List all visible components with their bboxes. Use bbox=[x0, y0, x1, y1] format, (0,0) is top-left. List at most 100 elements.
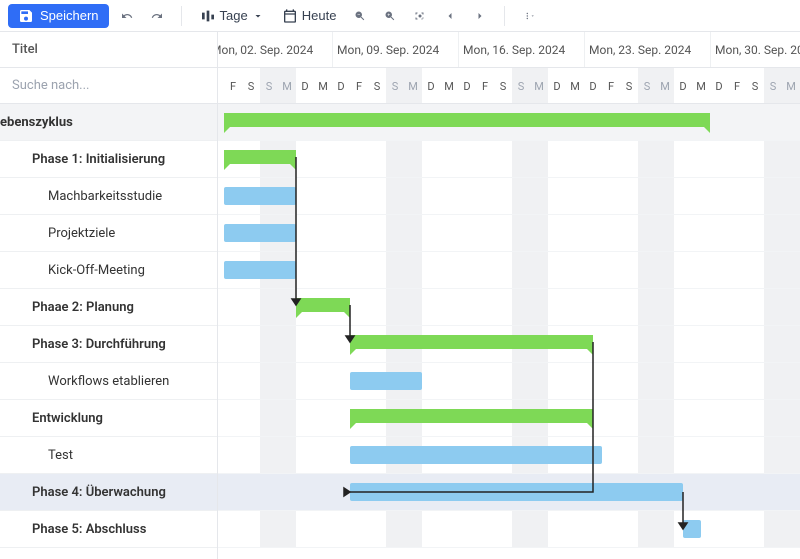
chevron-down-icon bbox=[252, 10, 264, 22]
day-label: S bbox=[260, 68, 278, 104]
chevron-left-icon bbox=[444, 8, 456, 24]
zoom-fit-button[interactable] bbox=[408, 4, 432, 28]
task-bar[interactable] bbox=[350, 446, 602, 464]
day-label: S bbox=[512, 68, 530, 104]
week-label: Mon, 16. Sep. 2024 bbox=[458, 32, 565, 68]
day-label: M bbox=[278, 68, 296, 104]
separator bbox=[181, 6, 182, 26]
day-label: S bbox=[746, 68, 764, 104]
day-label: M bbox=[692, 68, 710, 104]
day-label: M bbox=[566, 68, 584, 104]
task-bar[interactable] bbox=[224, 261, 296, 279]
week-label: Mon, 02. Sep. 2024 bbox=[218, 32, 313, 68]
gantt-row bbox=[218, 141, 800, 178]
task-row-label[interactable]: Machbarkeitsstudie bbox=[0, 178, 217, 215]
save-button[interactable]: Speichern bbox=[8, 4, 109, 28]
gantt-row bbox=[218, 252, 800, 289]
zoom-in-icon bbox=[384, 8, 396, 24]
day-label: D bbox=[458, 68, 476, 104]
day-label: M bbox=[530, 68, 548, 104]
day-label: D bbox=[674, 68, 692, 104]
calendar-icon bbox=[282, 8, 298, 24]
day-label: S bbox=[368, 68, 386, 104]
task-list: ebenszyklusPhase 1: InitialisierungMachb… bbox=[0, 104, 218, 559]
day-label: D bbox=[548, 68, 566, 104]
chevron-down-icon bbox=[530, 11, 535, 21]
gantt-row bbox=[218, 511, 800, 548]
day-label: F bbox=[602, 68, 620, 104]
summary-bar[interactable] bbox=[350, 409, 593, 423]
view-scale-dropdown[interactable]: Tage bbox=[194, 4, 270, 28]
day-label: F bbox=[350, 68, 368, 104]
task-row-label[interactable]: Phase 5: Abschluss bbox=[0, 511, 217, 548]
gantt-row bbox=[218, 363, 800, 400]
day-label: F bbox=[476, 68, 494, 104]
task-row-label[interactable]: ebenszyklus bbox=[0, 104, 217, 141]
save-icon bbox=[18, 8, 34, 24]
column-header-title: Titel bbox=[0, 32, 218, 68]
day-label: D bbox=[422, 68, 440, 104]
zoom-out-button[interactable] bbox=[348, 4, 372, 28]
more-menu-button[interactable] bbox=[517, 4, 541, 28]
gantt-row bbox=[218, 178, 800, 215]
task-row-label[interactable]: Phase 4: Überwachung bbox=[0, 474, 217, 511]
day-label: S bbox=[494, 68, 512, 104]
task-row-label[interactable]: Phaae 2: Planung bbox=[0, 289, 217, 326]
week-label: Mon, 23. Sep. 2024 bbox=[584, 32, 691, 68]
summary-bar[interactable] bbox=[296, 298, 350, 312]
day-label: S bbox=[764, 68, 782, 104]
timeline-header-weeks: Mon, 02. Sep. 2024 Mon, 09. Sep. 2024 Mon,… bbox=[218, 32, 800, 68]
day-label: D bbox=[296, 68, 314, 104]
undo-button[interactable] bbox=[115, 4, 139, 28]
task-row-label[interactable]: Kick-Off-Meeting bbox=[0, 252, 217, 289]
task-row-label[interactable]: Phase 1: Initialisierung bbox=[0, 141, 217, 178]
day-label: S bbox=[242, 68, 260, 104]
task-bar[interactable] bbox=[224, 187, 296, 205]
task-row-label[interactable]: Workflows etablieren bbox=[0, 363, 217, 400]
zoom-in-button[interactable] bbox=[378, 4, 402, 28]
today-label: Heute bbox=[302, 8, 337, 23]
day-label: D bbox=[332, 68, 350, 104]
nav-prev-button[interactable] bbox=[438, 4, 462, 28]
save-label: Speichern bbox=[40, 8, 99, 23]
redo-button[interactable] bbox=[145, 4, 169, 28]
chevron-right-icon bbox=[474, 8, 486, 24]
task-bar[interactable] bbox=[224, 224, 296, 242]
redo-icon bbox=[151, 8, 163, 24]
search-input[interactable]: Suche nach... bbox=[0, 68, 218, 104]
day-label: F bbox=[728, 68, 746, 104]
zoom-out-icon bbox=[354, 8, 366, 24]
task-bar[interactable] bbox=[350, 483, 683, 501]
gantt-area[interactable] bbox=[218, 104, 800, 559]
day-label: M bbox=[656, 68, 674, 104]
day-label: D bbox=[710, 68, 728, 104]
day-label: S bbox=[386, 68, 404, 104]
day-label: F bbox=[224, 68, 242, 104]
separator bbox=[504, 6, 505, 26]
summary-bar[interactable] bbox=[224, 150, 296, 164]
week-label: Mon, 09. Sep. 2024 bbox=[332, 32, 439, 68]
day-label: M bbox=[314, 68, 332, 104]
view-scale-label: Tage bbox=[220, 8, 248, 23]
task-row-label[interactable]: Projektziele bbox=[0, 215, 217, 252]
summary-bar[interactable] bbox=[224, 113, 710, 127]
day-label: S bbox=[620, 68, 638, 104]
summary-bar[interactable] bbox=[350, 335, 593, 349]
gantt-row bbox=[218, 215, 800, 252]
day-label: D bbox=[584, 68, 602, 104]
day-label: S bbox=[638, 68, 656, 104]
undo-icon bbox=[121, 8, 133, 24]
day-label: M bbox=[404, 68, 422, 104]
task-row-label[interactable]: Phase 3: Durchführung bbox=[0, 326, 217, 363]
day-label: M bbox=[440, 68, 458, 104]
fit-icon bbox=[414, 8, 426, 24]
task-bar[interactable] bbox=[350, 372, 422, 390]
task-row-label[interactable]: Entwicklung bbox=[0, 400, 217, 437]
week-label: Mon, 30. Sep. 2024 bbox=[710, 32, 800, 68]
task-bar[interactable] bbox=[683, 520, 701, 538]
bars-icon bbox=[200, 8, 216, 24]
nav-next-button[interactable] bbox=[468, 4, 492, 28]
today-button[interactable]: Heute bbox=[276, 4, 343, 28]
timeline-header-days: DMDFSSMDMDFSSMDMDFSSMDMDFSSMDMDFSSMDMD bbox=[218, 68, 800, 104]
task-row-label[interactable]: Test bbox=[0, 437, 217, 474]
